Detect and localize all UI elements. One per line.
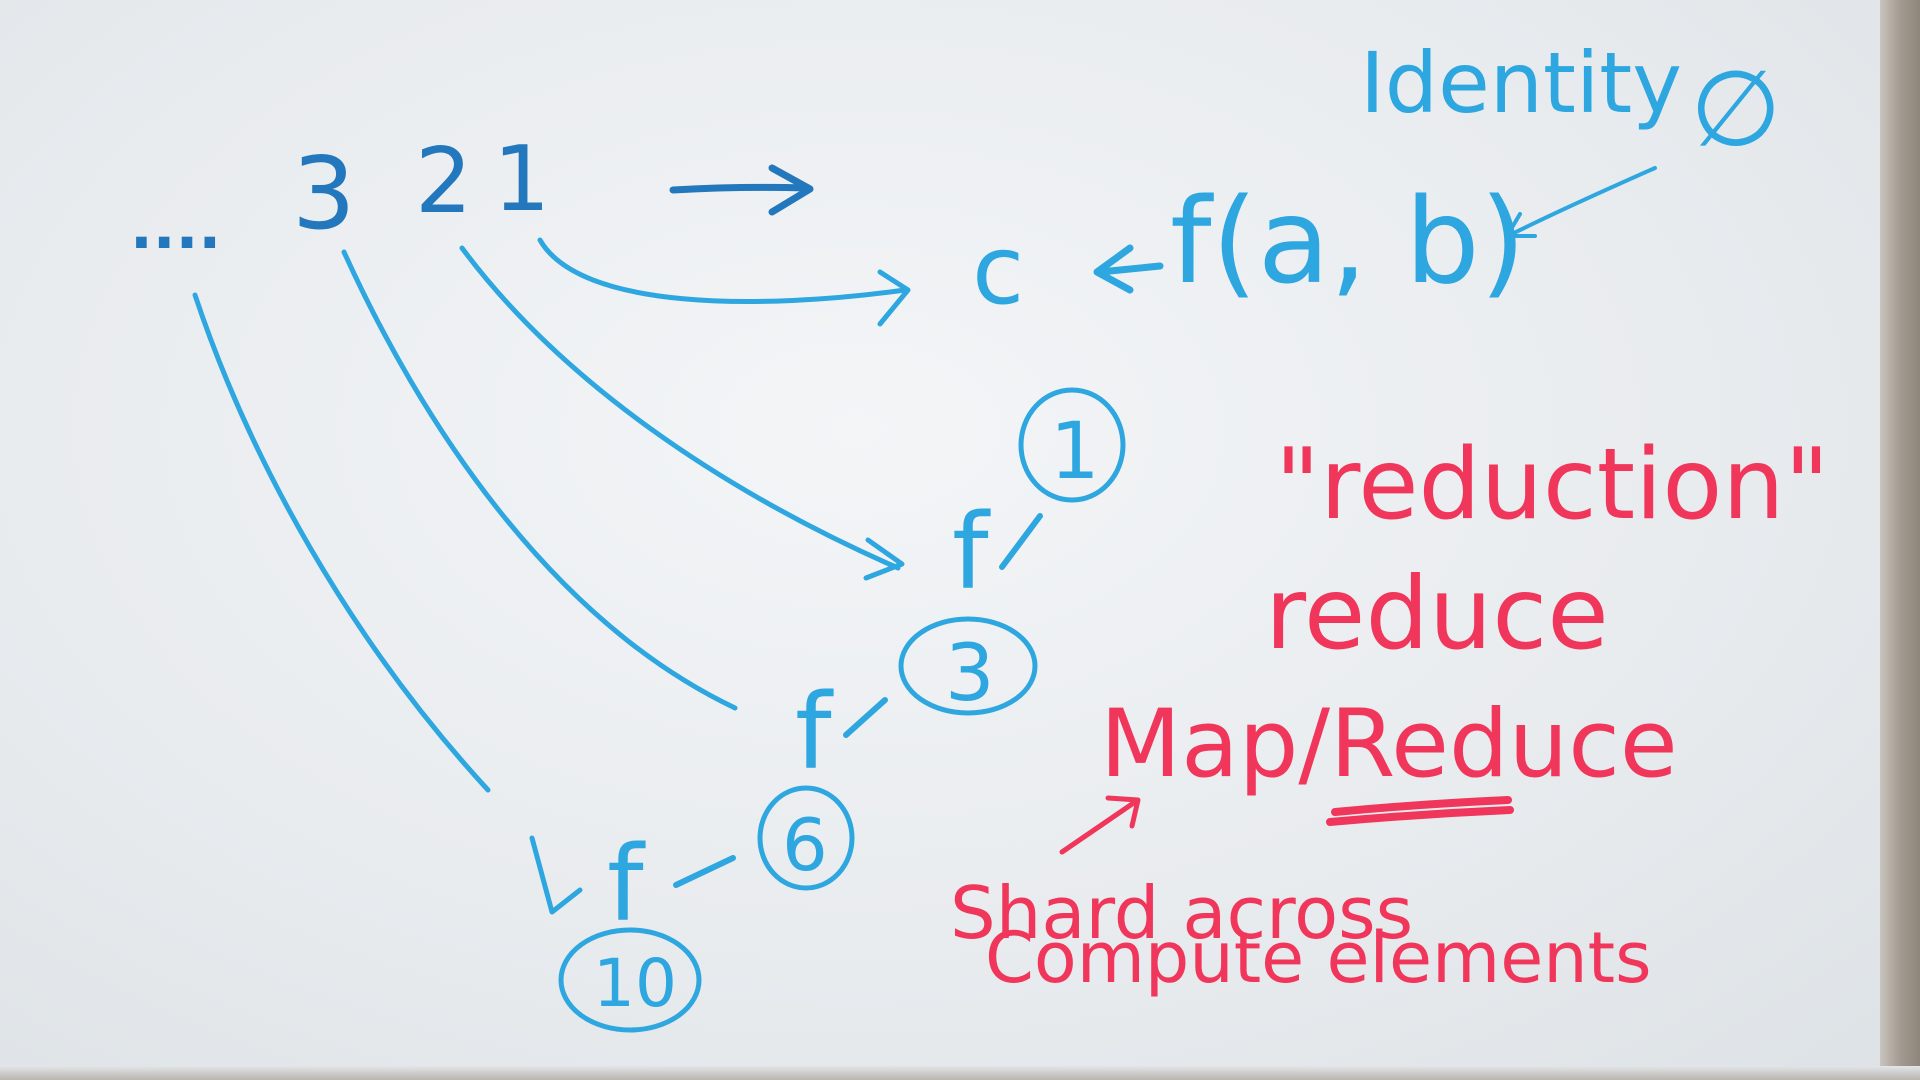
sequence-three: 3 — [292, 135, 356, 252]
tree-link — [843, 697, 888, 738]
identity-label: Identity — [1360, 34, 1682, 132]
tree-link — [673, 855, 736, 888]
tree-node-10-value: 10 — [593, 945, 677, 1022]
arrow-one-to-c — [537, 237, 911, 327]
sequence-dots: .... — [130, 193, 221, 263]
assign-arrow — [1093, 244, 1164, 294]
tree-node-6: 6 — [757, 785, 855, 891]
arrow-three-to-f — [341, 249, 738, 711]
tree-node-10: 10 — [558, 927, 702, 1033]
term-reduction: "reduction" — [1275, 428, 1830, 542]
tree-node-1-value: 1 — [1050, 407, 1100, 497]
note-arrow — [1059, 795, 1141, 855]
note-line-2: Compute elements — [985, 917, 1652, 999]
sequence-two: 2 — [415, 129, 472, 234]
whiteboard-drawing: .... 3 2 1 c f(a, b) Identity ∅ 1 f 3 f … — [130, 34, 1830, 1033]
arrow-dots-to-f — [192, 292, 583, 915]
term-map-reduce: Map/Reduce — [1100, 690, 1678, 799]
tree-node-1: 1 — [1018, 387, 1126, 503]
direction-arrow — [669, 164, 814, 216]
tree-function-f: f — [952, 491, 991, 613]
sequence-one: 1 — [493, 127, 550, 232]
identity-symbol: ∅ — [1690, 48, 1781, 170]
tree-function-f: f — [607, 823, 646, 945]
tree-link — [999, 513, 1043, 570]
tree-node-3: 3 — [898, 616, 1038, 719]
tree-node-3-value: 3 — [945, 629, 995, 719]
term-reduce: reduce — [1265, 555, 1609, 672]
tree-node-6-value: 6 — [782, 803, 828, 887]
tree-function-f: f — [795, 671, 834, 793]
map-reduce-underline — [1326, 796, 1514, 826]
identity-arrow — [1505, 166, 1657, 238]
equation-function: f(a, b) — [1170, 172, 1526, 310]
equation-c: c — [972, 216, 1024, 326]
